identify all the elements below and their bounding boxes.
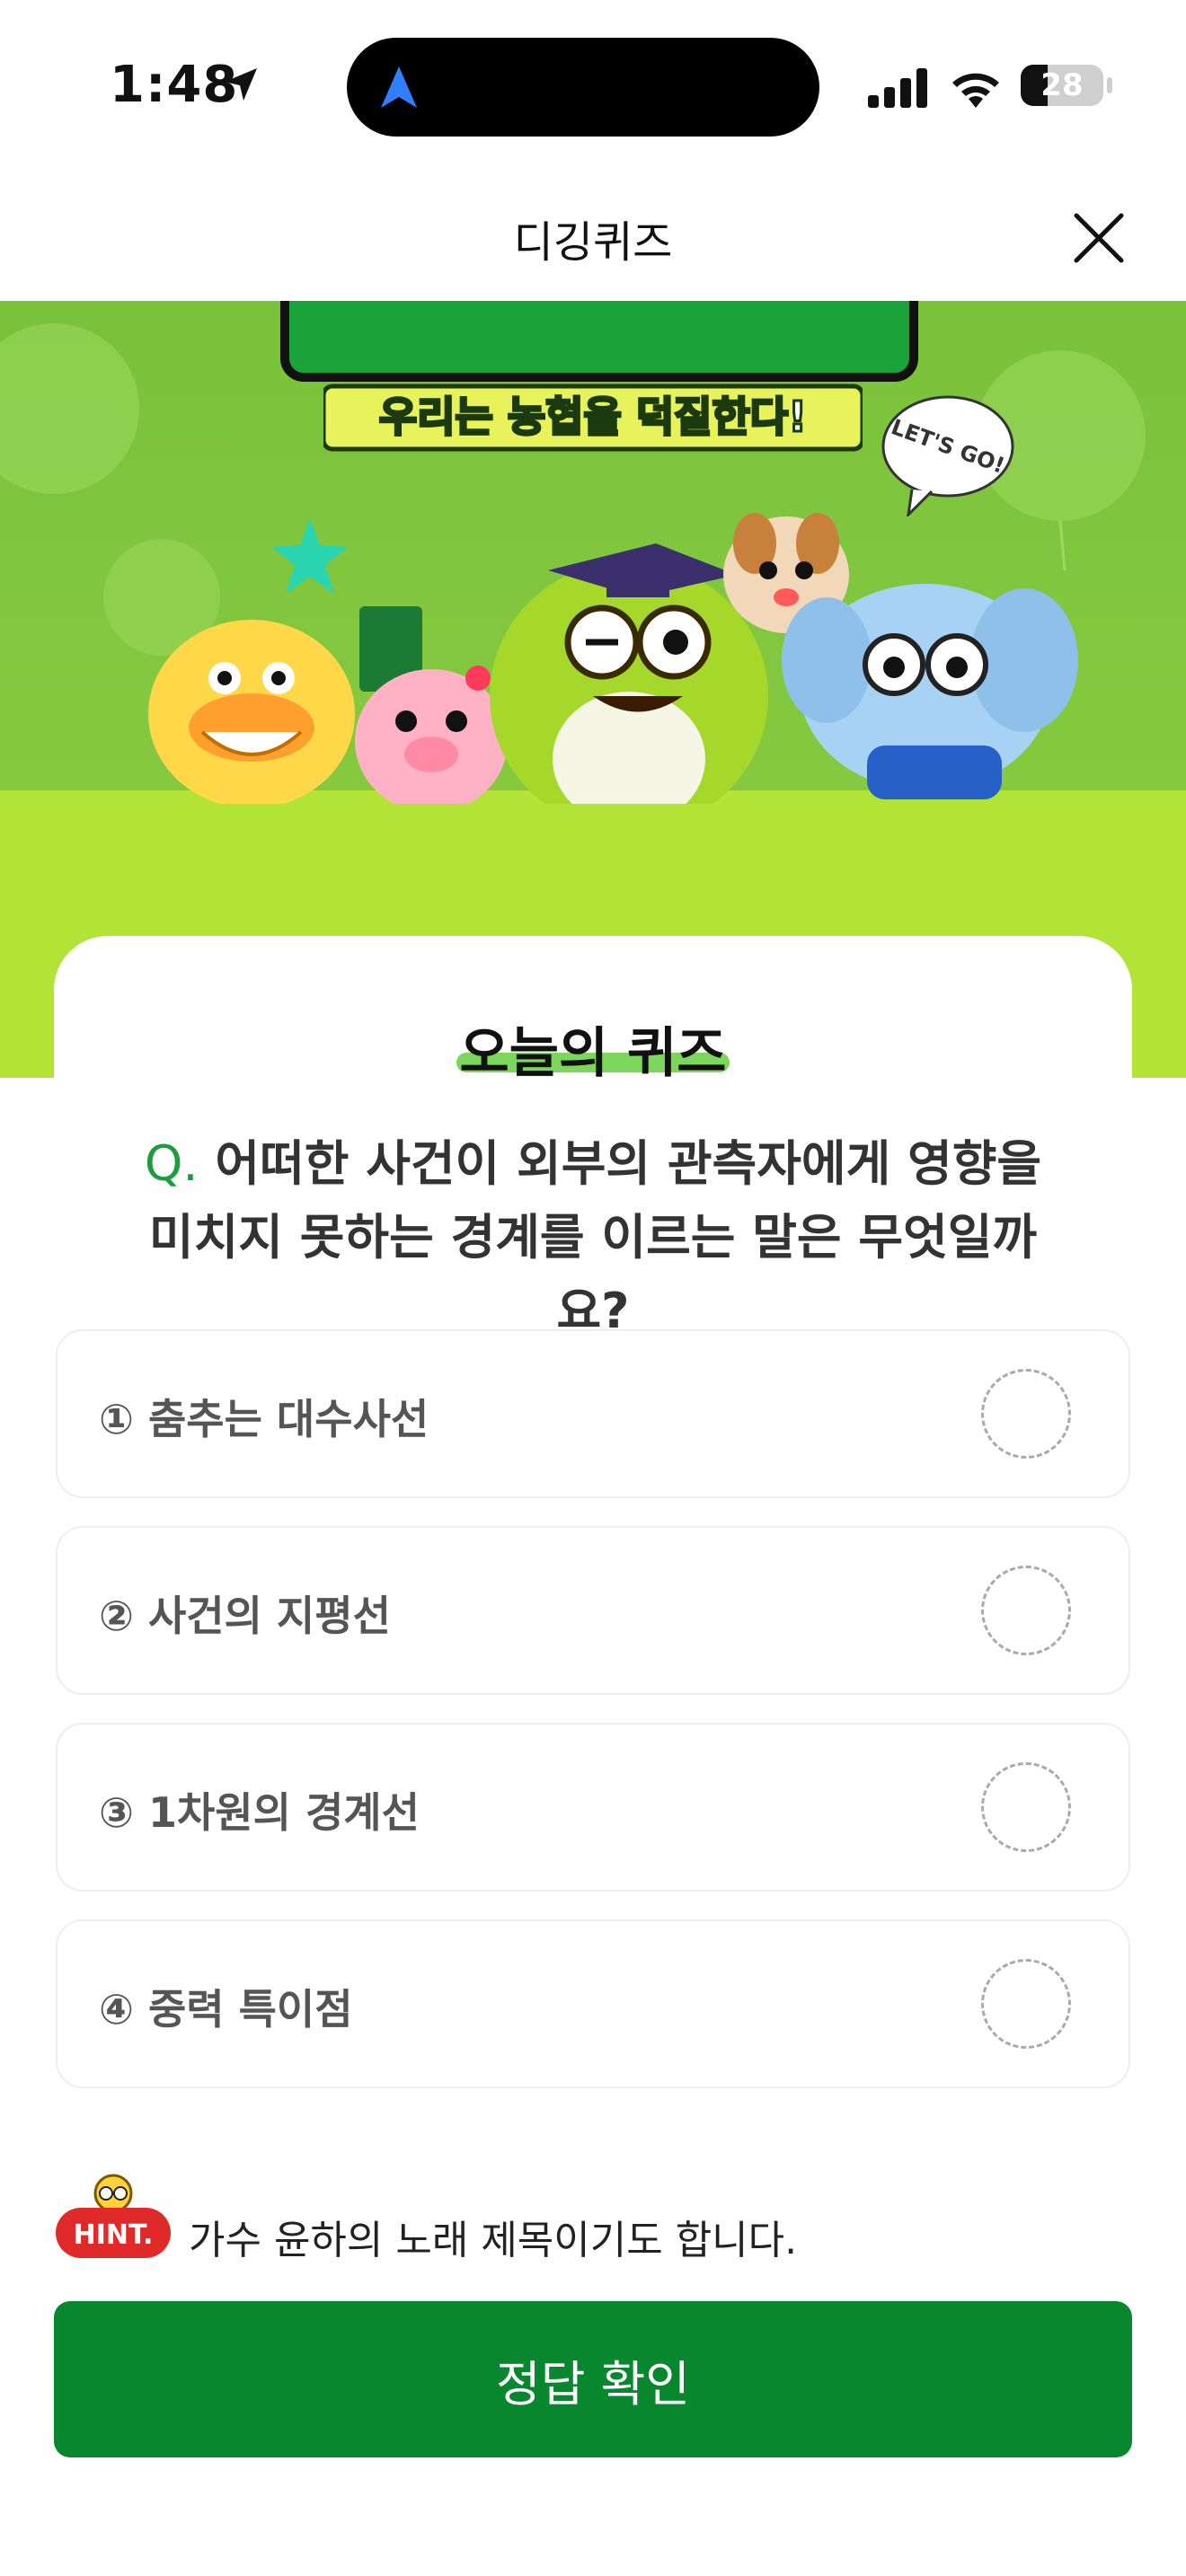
logo-band xyxy=(280,301,918,382)
battery-cap xyxy=(1107,77,1112,93)
wifi-icon xyxy=(952,73,999,108)
mascot-characters xyxy=(148,513,1078,804)
battery-icon: 28 xyxy=(1021,65,1103,106)
hint-badge: HINT. xyxy=(54,2172,173,2262)
close-icon[interactable] xyxy=(1067,207,1130,269)
svg-text:HINT.: HINT. xyxy=(74,2219,154,2251)
answer-option-1[interactable]: ① 춤추는 대수사선 xyxy=(56,1329,1130,1498)
quiz-question: Q. 어떠한 사건이 외부의 관측자에게 영향을 미치지 못하는 경계를 이르는… xyxy=(117,1127,1069,1348)
answer-option-2[interactable]: ② 사건의 지평선 xyxy=(56,1526,1130,1695)
svg-text:우리는 농협을 덕질한다!: 우리는 농협을 덕질한다! xyxy=(379,393,807,441)
option-radio[interactable] xyxy=(981,1566,1071,1655)
option-label: ② 사건의 지평선 xyxy=(99,1592,391,1640)
banner-slogan: 우리는 농협을 덕질한다! xyxy=(321,382,865,454)
card-title: 오늘의 퀴즈 xyxy=(459,1022,727,1085)
option-radio[interactable] xyxy=(981,1369,1071,1459)
navigation-icon xyxy=(381,66,417,108)
option-radio[interactable] xyxy=(981,1762,1071,1852)
page-title: 디깅퀴즈 xyxy=(513,217,673,268)
location-arrow-icon xyxy=(225,68,257,101)
option-label: ④ 중력 특이점 xyxy=(99,1985,353,2033)
status-bar: 1:48 28 xyxy=(0,0,1186,171)
option-label: ① 춤추는 대수사선 xyxy=(99,1395,429,1443)
hint-text: 가수 윤하의 노래 제목이기도 합니다. xyxy=(189,2218,798,2263)
status-time: 1:48 xyxy=(110,56,239,114)
quiz-card-header: 오늘의 퀴즈 xyxy=(54,936,1132,1085)
check-answer-button[interactable]: 정답 확인 xyxy=(54,2301,1132,2457)
option-radio[interactable] xyxy=(981,1959,1071,2049)
answer-option-4[interactable]: ④ 중력 특이점 xyxy=(56,1919,1130,2088)
app-header: 디깅퀴즈 xyxy=(0,171,1186,301)
question-prefix: Q. xyxy=(144,1135,199,1192)
question-text: 어떠한 사건이 외부의 관측자에게 영향을 미치지 못하는 경계를 이르는 말은… xyxy=(148,1135,1042,1339)
speech-bubble: LET'S GO! xyxy=(881,395,1014,516)
battery-level: 28 xyxy=(1040,67,1084,103)
option-label: ③ 1차원의 경계선 xyxy=(99,1788,420,1837)
answer-option-3[interactable]: ③ 1차원의 경계선 xyxy=(56,1723,1130,1892)
cellular-signal-icon xyxy=(868,68,927,108)
